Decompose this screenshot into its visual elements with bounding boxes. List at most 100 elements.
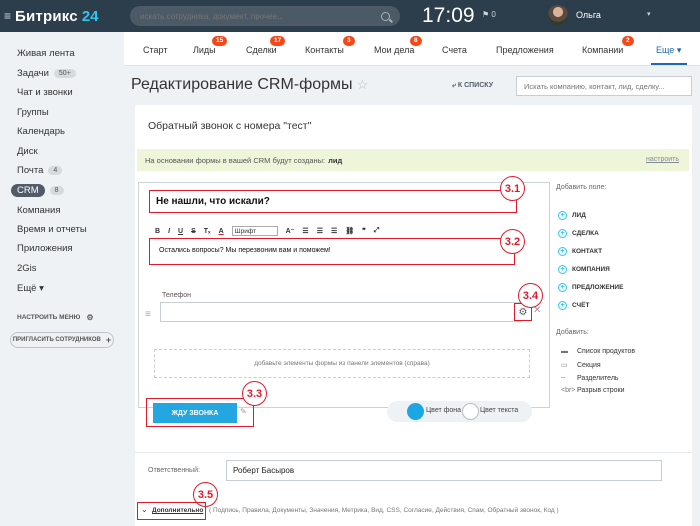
plus-icon: + xyxy=(558,211,567,220)
chevron-down-icon[interactable]: ⌄ xyxy=(141,505,148,514)
add-field-company[interactable]: + КОМПАНИЯ xyxy=(558,265,610,274)
divider xyxy=(135,452,692,453)
plus-icon: + xyxy=(558,265,567,274)
submit-button[interactable]: ЖДУ ЗВОНКА xyxy=(153,403,237,423)
underline-button[interactable]: U xyxy=(178,228,183,235)
configure-link[interactable]: настроить xyxy=(646,156,679,163)
bg-color-label[interactable]: Цвет фона xyxy=(426,407,461,414)
sidebar-item-chat[interactable]: Чат и звонки xyxy=(17,87,73,98)
tasks-badge: 50+ xyxy=(53,69,76,78)
font-color-button[interactable]: A xyxy=(219,228,224,235)
page-title: Редактирование CRM-формы ☆ xyxy=(131,76,369,93)
sidebar-item-crm[interactable]: CRM 8 xyxy=(11,184,64,197)
top-bar: ≡ Битрикс 24 17:09 ⚑ 0 Ольга ▾ xyxy=(0,0,700,32)
plus-icon: + xyxy=(105,335,112,345)
plus-icon: + xyxy=(558,229,567,238)
add-field-lead[interactable]: + ЛИД xyxy=(558,211,586,220)
clock[interactable]: 17:09 xyxy=(422,4,475,28)
tab-deals[interactable]: Сделки xyxy=(246,45,277,55)
companies-badge: 2 xyxy=(622,36,634,46)
add-field-quote[interactable]: + ПРЕДЛОЖЕНИЕ xyxy=(558,283,623,292)
add-field-contact[interactable]: + КОНТАКТ xyxy=(558,247,602,256)
sidebar-item-disk[interactable]: Диск xyxy=(17,146,38,157)
tab-quotes[interactable]: Предложения xyxy=(496,45,554,55)
tab-more[interactable]: Еще ▾ xyxy=(656,45,681,56)
global-search[interactable] xyxy=(130,6,400,26)
sidebar-item-calendar[interactable]: Календарь xyxy=(17,126,65,137)
add-line-break[interactable]: <br> Разрыв строки xyxy=(561,387,625,394)
marker-3-2: 3.2 xyxy=(500,229,525,254)
add-field-invoice[interactable]: + СЧЁТ xyxy=(558,301,589,310)
drop-zone[interactable]: добавьте элементы формы из панели элемен… xyxy=(154,349,530,378)
back-to-list-link[interactable]: ⤶ К СПИСКУ xyxy=(452,82,493,90)
text-color-swatch[interactable] xyxy=(462,403,479,420)
add-field-title: Добавить поле: xyxy=(556,184,607,191)
flag-icon[interactable]: ⚑ 0 xyxy=(482,10,496,19)
sidebar-item-feed[interactable]: Живая лента xyxy=(17,48,75,59)
phone-field[interactable] xyxy=(160,302,522,322)
leads-badge: 15 xyxy=(212,36,228,46)
clear-format-button[interactable]: Tₓ xyxy=(204,228,211,235)
bold-button[interactable]: B xyxy=(155,228,160,235)
font-size-button[interactable]: A⁻ xyxy=(286,227,295,235)
separator-icon: ┄ xyxy=(561,375,566,382)
responsible-label: Ответственный: xyxy=(148,467,200,474)
align-button[interactable]: ☰ xyxy=(331,227,337,235)
username[interactable]: Ольга xyxy=(576,10,601,20)
add-field-deal[interactable]: + СДЕЛКА xyxy=(558,229,599,238)
tab-start[interactable]: Старт xyxy=(143,45,167,55)
text-color-label[interactable]: Цвет текста xyxy=(480,407,518,414)
form-description[interactable]: Остались вопросы? Мы перезвоним вам и по… xyxy=(149,238,515,265)
info-bar: На основании формы в вашей CRM будут соз… xyxy=(137,149,689,171)
mail-badge: 4 xyxy=(48,166,63,175)
tab-invoices[interactable]: Счета xyxy=(442,45,467,55)
add-section[interactable]: ▭ Секция xyxy=(561,361,601,370)
line-break-icon: <br> xyxy=(561,387,576,394)
search-icon[interactable] xyxy=(381,11,390,21)
sidebar-item-more[interactable]: Ещё ▾ xyxy=(17,283,44,294)
avatar[interactable] xyxy=(548,5,568,25)
sidebar-item-tasks[interactable]: Задачи 50+ xyxy=(17,68,76,79)
fullscreen-button[interactable]: ⤢ xyxy=(374,227,380,235)
bg-color-swatch[interactable] xyxy=(407,403,424,420)
text-toolbar: B I U S Tₓ A Шрифт A⁻ ☰ ☰ ☰ ⛓ ❞ ⤢ xyxy=(155,225,515,237)
global-search-input[interactable] xyxy=(140,11,381,21)
configure-menu-link[interactable]: НАСТРОИТЬ МЕНЮ ⚙ xyxy=(17,313,93,322)
crm-search-input[interactable] xyxy=(516,76,692,96)
form-heading[interactable]: Не нашли, что искали? xyxy=(149,190,517,213)
tab-contacts[interactable]: Контакты xyxy=(305,45,344,55)
ordered-list-button[interactable]: ☰ xyxy=(302,227,308,235)
font-select[interactable]: Шрифт xyxy=(231,226,278,236)
sidebar-item-company[interactable]: Компания xyxy=(17,205,60,216)
user-menu-arrow-icon[interactable]: ▾ xyxy=(647,10,651,18)
quote-button[interactable]: ❞ xyxy=(362,227,366,235)
sidebar-item-time[interactable]: Время и отчеты xyxy=(17,224,87,235)
invite-button[interactable]: ПРИГЛАСИТЬ СОТРУДНИКОВ + xyxy=(10,332,114,348)
tab-my-activities[interactable]: Мои дела xyxy=(374,45,414,55)
deals-badge: 17 xyxy=(270,36,286,46)
tab-companies[interactable]: Компании xyxy=(582,45,623,55)
add-separator[interactable]: ┄ Разделитель xyxy=(561,374,619,383)
plus-icon: + xyxy=(558,283,567,292)
sidebar-item-mail[interactable]: Почта 4 xyxy=(17,165,63,176)
logo[interactable]: ≡ Битрикс 24 xyxy=(0,8,130,25)
unordered-list-button[interactable]: ☰ xyxy=(317,227,323,235)
strike-button[interactable]: S xyxy=(191,228,196,235)
sidebar-item-apps[interactable]: Приложения xyxy=(17,243,73,254)
form-title[interactable]: Обратный звонок с номера "тест" xyxy=(148,120,311,132)
more-settings-link[interactable]: Дополнительно xyxy=(152,507,203,514)
pencil-icon[interactable]: ✎ xyxy=(240,407,247,416)
italic-button[interactable]: I xyxy=(168,228,170,235)
sidebar-item-groups[interactable]: Группы xyxy=(17,107,49,118)
add-product-list[interactable]: ▬ Список продуктов xyxy=(561,348,635,355)
link-button[interactable]: ⛓ xyxy=(345,227,354,235)
sidebar-item-2gis[interactable]: 2Gis xyxy=(17,263,37,274)
responsible-field[interactable]: Роберт Басыров xyxy=(226,460,662,481)
drag-handle-icon[interactable]: ≡ xyxy=(145,309,151,320)
star-icon[interactable]: ☆ xyxy=(357,77,369,92)
marker-3-1: 3.1 xyxy=(500,176,525,201)
add-title: Добавить: xyxy=(556,329,589,336)
hamburger-icon[interactable]: ≡ xyxy=(4,9,11,23)
crm-badge: 8 xyxy=(49,186,64,195)
tab-leads[interactable]: Лиды xyxy=(193,45,216,55)
